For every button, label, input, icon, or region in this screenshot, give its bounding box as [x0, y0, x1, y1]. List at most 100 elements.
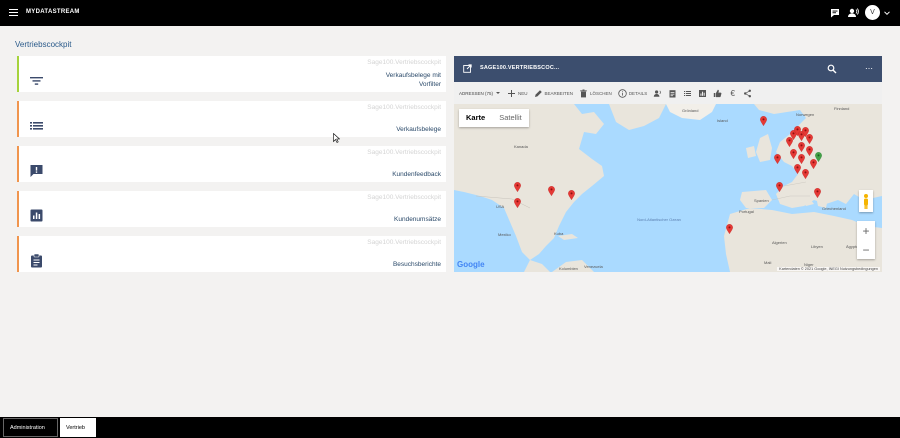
tile-verkaufsbelege-vorfilter[interactable]: Sage100.Vertriebscockpit Verkaufsbelege …: [17, 56, 446, 92]
contacts-icon[interactable]: [846, 6, 860, 20]
map-marker[interactable]: [774, 154, 781, 164]
zoom-out-button[interactable]: −: [857, 240, 875, 259]
info-icon: [618, 88, 627, 98]
edit-label: BEARBEITEN: [544, 90, 574, 96]
tile-label-line2: Vorfilter: [418, 81, 441, 88]
zoom-in-button[interactable]: +: [857, 221, 875, 240]
map-marker[interactable]: [798, 154, 805, 164]
map-marker[interactable]: [794, 164, 801, 174]
map-marker-selected[interactable]: [815, 152, 822, 162]
tile-label: Verkaufsbelege mit Vorfilter: [386, 71, 441, 89]
new-button[interactable]: NEU: [507, 89, 528, 98]
tile-accent: [17, 101, 19, 137]
list-icon: [30, 122, 43, 130]
edit-button[interactable]: BEARBEITEN: [534, 89, 574, 98]
tile-kundenfeedback[interactable]: Sage100.Vertriebscockpit Kundenfeedback: [17, 146, 446, 182]
map-type-control: Karte Satellit: [459, 109, 529, 127]
map-marker[interactable]: [786, 137, 793, 147]
map-marker[interactable]: [806, 134, 813, 144]
caret-down-icon: [496, 92, 501, 94]
app-title: MYDATASTREAM: [26, 9, 80, 15]
tile-source: Sage100.Vertriebscockpit: [367, 104, 441, 111]
delete-label: LÖSCHEN: [590, 90, 612, 96]
tile-source: Sage100.Vertriebscockpit: [367, 149, 441, 156]
top-bar: MYDATASTREAM V: [0, 0, 900, 26]
tile-verkaufsbelege[interactable]: Sage100.Vertriebscockpit Verkaufsbelege: [17, 101, 446, 137]
map-place-label: Grönland: [682, 108, 699, 113]
google-logo: Google: [457, 260, 485, 269]
map-place-label: Kuba: [554, 231, 564, 236]
tile-label-line1: Verkaufsbelege mit: [385, 72, 441, 79]
contacts-icon[interactable]: [653, 89, 662, 98]
street-view-pegman-icon[interactable]: [859, 190, 873, 212]
map-marker[interactable]: [548, 186, 555, 196]
chat-icon[interactable]: [828, 6, 842, 20]
clipboard-icon[interactable]: [668, 89, 677, 98]
addresses-dropdown[interactable]: ADRESSEN (75): [459, 90, 501, 96]
euro-icon[interactable]: €: [728, 89, 737, 98]
delete-button[interactable]: LÖSCHEN: [579, 89, 612, 98]
tile-label: Verkaufsbelege: [396, 126, 441, 133]
map-place-label: Venezuela: [584, 264, 603, 269]
map-marker[interactable]: [802, 169, 809, 179]
tab-vertrieb[interactable]: Vertrieb: [60, 418, 96, 437]
search-icon[interactable]: [827, 64, 837, 74]
cursor-icon: [333, 133, 340, 143]
list-icon[interactable]: [683, 89, 692, 98]
address-map-panel: SAGE100.VERTRIEBSCOC... ⋯ ADRESSEN (75) …: [454, 56, 882, 272]
map-type-map[interactable]: Karte: [459, 109, 492, 127]
map-marker[interactable]: [726, 224, 733, 234]
map-place-label: Finnland: [834, 106, 850, 111]
tile-source: Sage100.Vertriebscockpit: [367, 239, 441, 246]
share-icon[interactable]: [743, 89, 752, 98]
map-place-label: Algerien: [772, 240, 787, 245]
tile-label: Kundenumsätze: [394, 216, 441, 223]
pencil-icon: [534, 89, 542, 97]
menu-icon[interactable]: [9, 9, 18, 16]
map-marker[interactable]: [514, 182, 521, 192]
map-marker[interactable]: [514, 198, 521, 208]
page-title: Vertriebscockpit: [15, 40, 72, 49]
bar-chart-icon[interactable]: [698, 89, 707, 98]
thumbs-up-icon[interactable]: [713, 89, 722, 98]
map-attribution[interactable]: Kartendaten © 2021 Google, INEGI Nutzung…: [777, 267, 880, 271]
bar-chart-icon: [30, 209, 43, 222]
map-marker[interactable]: [814, 188, 821, 198]
map-marker[interactable]: [806, 146, 813, 156]
clipboard-icon: [31, 253, 42, 268]
more-icon[interactable]: ⋯: [865, 65, 873, 73]
map-place-label: USA: [496, 204, 505, 209]
chevron-down-icon[interactable]: [884, 10, 890, 16]
avatar[interactable]: V: [865, 5, 880, 20]
map-marker[interactable]: [760, 116, 767, 126]
bottom-bar: Administration Vertrieb: [0, 417, 900, 438]
tab-administration[interactable]: Administration: [3, 418, 58, 437]
map-place-label: Kanada: [514, 144, 528, 149]
map-place-label: Island: [717, 118, 728, 123]
tile-label: Besuchsberichte: [392, 261, 441, 268]
tile-kundenumsaetze[interactable]: Sage100.Vertriebscockpit Kundenumsätze: [17, 191, 446, 227]
tile-accent: [17, 236, 19, 272]
address-map[interactable]: Nord-Atlantischer Ozean Finnland Norwege…: [454, 104, 882, 272]
map-marker[interactable]: [776, 182, 783, 192]
map-marker[interactable]: [798, 142, 805, 152]
tile-source: Sage100.Vertriebscockpit: [367, 59, 441, 66]
tile-accent: [17, 56, 19, 92]
feedback-icon: [30, 165, 43, 177]
open-external-icon[interactable]: [463, 64, 472, 73]
tile-label: Kundenfeedback: [392, 171, 441, 178]
map-marker[interactable]: [790, 149, 797, 159]
tile-besuchsberichte[interactable]: Sage100.Vertriebscockpit Besuchsberichte: [17, 236, 446, 272]
panel-title: SAGE100.VERTRIEBSCOC...: [480, 65, 560, 71]
map-marker[interactable]: [568, 190, 575, 200]
plus-icon: [508, 89, 516, 97]
details-label: DETAILS: [628, 90, 648, 96]
trash-icon: [580, 89, 587, 97]
map-place-label: Kolumbien: [559, 266, 578, 271]
details-button[interactable]: DETAILS: [618, 88, 648, 98]
addresses-label: ADRESSEN (75): [459, 90, 494, 96]
map-place-label: Mali: [764, 260, 772, 265]
map-place-label: Norwegen: [796, 112, 815, 117]
map-type-satellite[interactable]: Satellit: [492, 109, 529, 127]
filter-icon: [30, 77, 43, 85]
